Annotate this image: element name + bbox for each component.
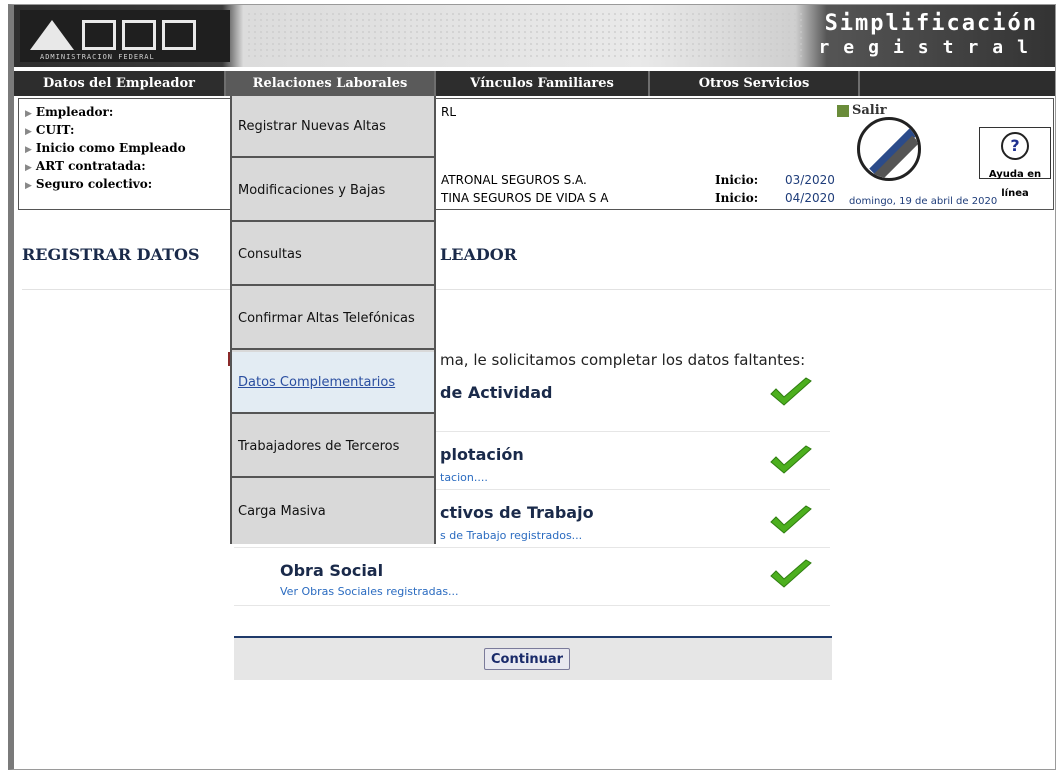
- header-pattern: [246, 11, 806, 59]
- logo-letter-icon: [122, 20, 156, 50]
- section-title: plotación: [440, 445, 524, 464]
- continue-button[interactable]: Continuar: [484, 648, 571, 670]
- bullet-icon: ▶: [25, 127, 32, 137]
- info-label-seguro: ▶ Seguro colectivo:: [25, 177, 152, 191]
- menu-item-label: Modificaciones y Bajas: [238, 182, 386, 198]
- nav-vinculos-familiares[interactable]: Vínculos Familiares: [436, 71, 650, 96]
- logo-triangle-icon: [30, 20, 74, 50]
- info-label: CUIT:: [35, 123, 75, 137]
- menu-item-label: Consultas: [238, 246, 302, 262]
- info-label: Seguro colectivo:: [35, 177, 153, 191]
- site-header: ADMINISTRACION FEDERAL Simplificación re…: [14, 5, 1055, 67]
- info-label-empleador: ▶ Empleador:: [25, 105, 113, 119]
- nav-relaciones-laborales[interactable]: Relaciones Laborales: [226, 71, 436, 96]
- section-link[interactable]: tacion....: [440, 471, 488, 484]
- menu-item-label: Confirmar Altas Telefónicas: [238, 310, 415, 326]
- section-obra-social: Obra Social Ver Obras Sociales registrad…: [234, 549, 830, 606]
- menu-item-registrar-altas[interactable]: Registrar Nuevas Altas: [232, 96, 434, 158]
- employer-info-box: ▶ Empleador: ▶ CUIT: ▶ Inicio como Empleado…: [18, 98, 1054, 210]
- brand-subtitle: registral: [818, 37, 1042, 58]
- instructions-text: ma, le solicitamos completar los datos f…: [440, 351, 806, 369]
- section-link[interactable]: Ver Obras Sociales registradas...: [280, 585, 459, 598]
- logo-letter-icon: [162, 20, 196, 50]
- menu-item-datos-complementarios[interactable]: Datos Complementarios: [232, 352, 434, 414]
- section-title: Obra Social: [280, 561, 384, 580]
- exit-icon: [837, 104, 849, 117]
- app-frame: ADMINISTRACION FEDERAL Simplificación re…: [8, 4, 1056, 770]
- menu-item-label: Carga Masiva: [238, 503, 326, 519]
- empleador-value: RL: [441, 105, 457, 119]
- art-inicio-value: 03/2020: [785, 173, 835, 187]
- menu-item-label: Trabajadores de Terceros: [238, 438, 400, 454]
- menu-item-modificaciones-bajas[interactable]: Modificaciones y Bajas: [232, 160, 434, 222]
- info-label: Inicio como Empleado: [35, 141, 186, 155]
- help-label: Ayuda en línea: [988, 169, 1042, 199]
- logout-link[interactable]: Salir: [837, 103, 887, 118]
- afip-logo[interactable]: ADMINISTRACION FEDERAL: [20, 10, 230, 62]
- current-date: domingo, 19 de abril de 2020: [849, 196, 998, 207]
- info-label-art: ▶ ART contratada:: [25, 159, 146, 173]
- main-navbar: Datos del Empleador Relaciones Laborales…: [14, 71, 1055, 96]
- brand-title: Simplificación: [824, 11, 1038, 36]
- info-label: Empleador:: [35, 105, 114, 119]
- section-title: de Actividad: [440, 383, 553, 402]
- section-link[interactable]: s de Trabajo registrados...: [440, 529, 582, 542]
- info-label-inicio: ▶ Inicio como Empleado: [25, 141, 186, 155]
- logo-letter-icon: [82, 20, 116, 50]
- bullet-icon: ▶: [25, 181, 32, 191]
- menu-item-label: Registrar Nuevas Altas: [238, 118, 386, 134]
- check-icon: [770, 445, 812, 474]
- afip-seal-icon: [857, 117, 921, 181]
- help-button[interactable]: ? Ayuda en línea: [979, 127, 1051, 199]
- menu-item-confirmar-altas[interactable]: Confirmar Altas Telefónicas: [232, 288, 434, 350]
- bullet-icon: ▶: [25, 145, 32, 155]
- seguro-value: TINA SEGUROS DE VIDA S A: [441, 191, 609, 205]
- menu-item-label: Datos Complementarios: [238, 374, 396, 390]
- info-label: ART contratada:: [35, 159, 146, 173]
- check-icon: [770, 559, 812, 588]
- question-icon: ?: [1001, 132, 1029, 160]
- seguro-inicio-value: 04/2020: [785, 191, 835, 205]
- bullet-icon: ▶: [25, 163, 32, 173]
- relaciones-laborales-menu: Registrar Nuevas Altas Modificaciones y …: [230, 96, 436, 544]
- art-inicio-label: Inicio:: [715, 173, 759, 187]
- page-title: REGISTRAR DATOS: [22, 245, 200, 264]
- menu-item-consultas[interactable]: Consultas: [232, 224, 434, 286]
- section-title: ctivos de Trabajo: [440, 503, 594, 522]
- info-label-cuit: ▶ CUIT:: [25, 123, 74, 137]
- menu-item-trabajadores-terceros[interactable]: Trabajadores de Terceros: [232, 416, 434, 478]
- check-icon: [770, 505, 812, 534]
- page-title-suffix: LEADOR: [440, 245, 517, 264]
- bullet-icon: ▶: [25, 109, 32, 119]
- nav-otros-servicios[interactable]: Otros Servicios: [650, 71, 860, 96]
- seguro-inicio-label: Inicio:: [715, 191, 759, 205]
- check-icon: [770, 377, 812, 406]
- divider: [22, 289, 1052, 290]
- art-value: ATRONAL SEGUROS S.A.: [441, 173, 587, 187]
- logo-subtitle: ADMINISTRACION FEDERAL: [40, 53, 155, 61]
- form-footer: Continuar: [234, 636, 832, 680]
- menu-item-carga-masiva[interactable]: Carga Masiva: [232, 480, 434, 542]
- nav-datos-empleador[interactable]: Datos del Empleador: [14, 71, 226, 96]
- logout-label: Salir: [852, 103, 887, 118]
